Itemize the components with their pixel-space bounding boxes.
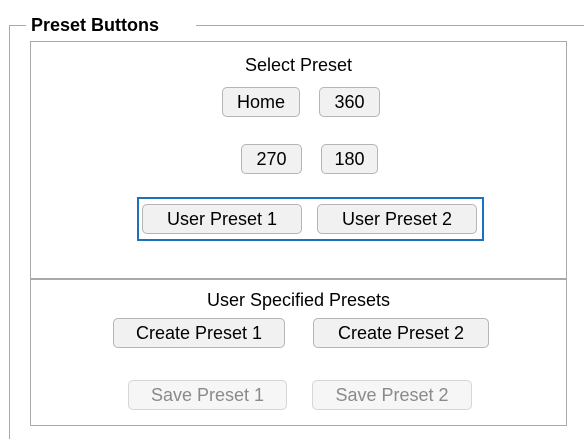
create-preset-1-button[interactable]: Create Preset 1 xyxy=(113,318,285,348)
save-preset-1-button: Save Preset 1 xyxy=(128,380,287,410)
select-preset-title: Select Preset xyxy=(244,55,353,75)
fieldset-legend: Preset Buttons xyxy=(31,15,160,35)
user-specified-presets-panel: User Specified Presets xyxy=(30,279,567,426)
create-preset-2-button[interactable]: Create Preset 2 xyxy=(313,318,489,348)
save-preset-2-button: Save Preset 2 xyxy=(312,380,472,410)
fieldset-border-left xyxy=(9,25,10,439)
preset-270-button[interactable]: 270 xyxy=(241,144,302,174)
user-specified-presets-title: User Specified Presets xyxy=(206,290,391,310)
home-preset-button[interactable]: Home xyxy=(222,87,300,117)
user-preset-2-button[interactable]: User Preset 2 xyxy=(317,204,477,234)
preset-180-button[interactable]: 180 xyxy=(321,144,378,174)
preset-360-button[interactable]: 360 xyxy=(319,87,380,117)
fieldset-border-top-right xyxy=(196,25,584,26)
fieldset-border-top-left xyxy=(9,25,26,26)
user-preset-1-button[interactable]: User Preset 1 xyxy=(142,204,302,234)
